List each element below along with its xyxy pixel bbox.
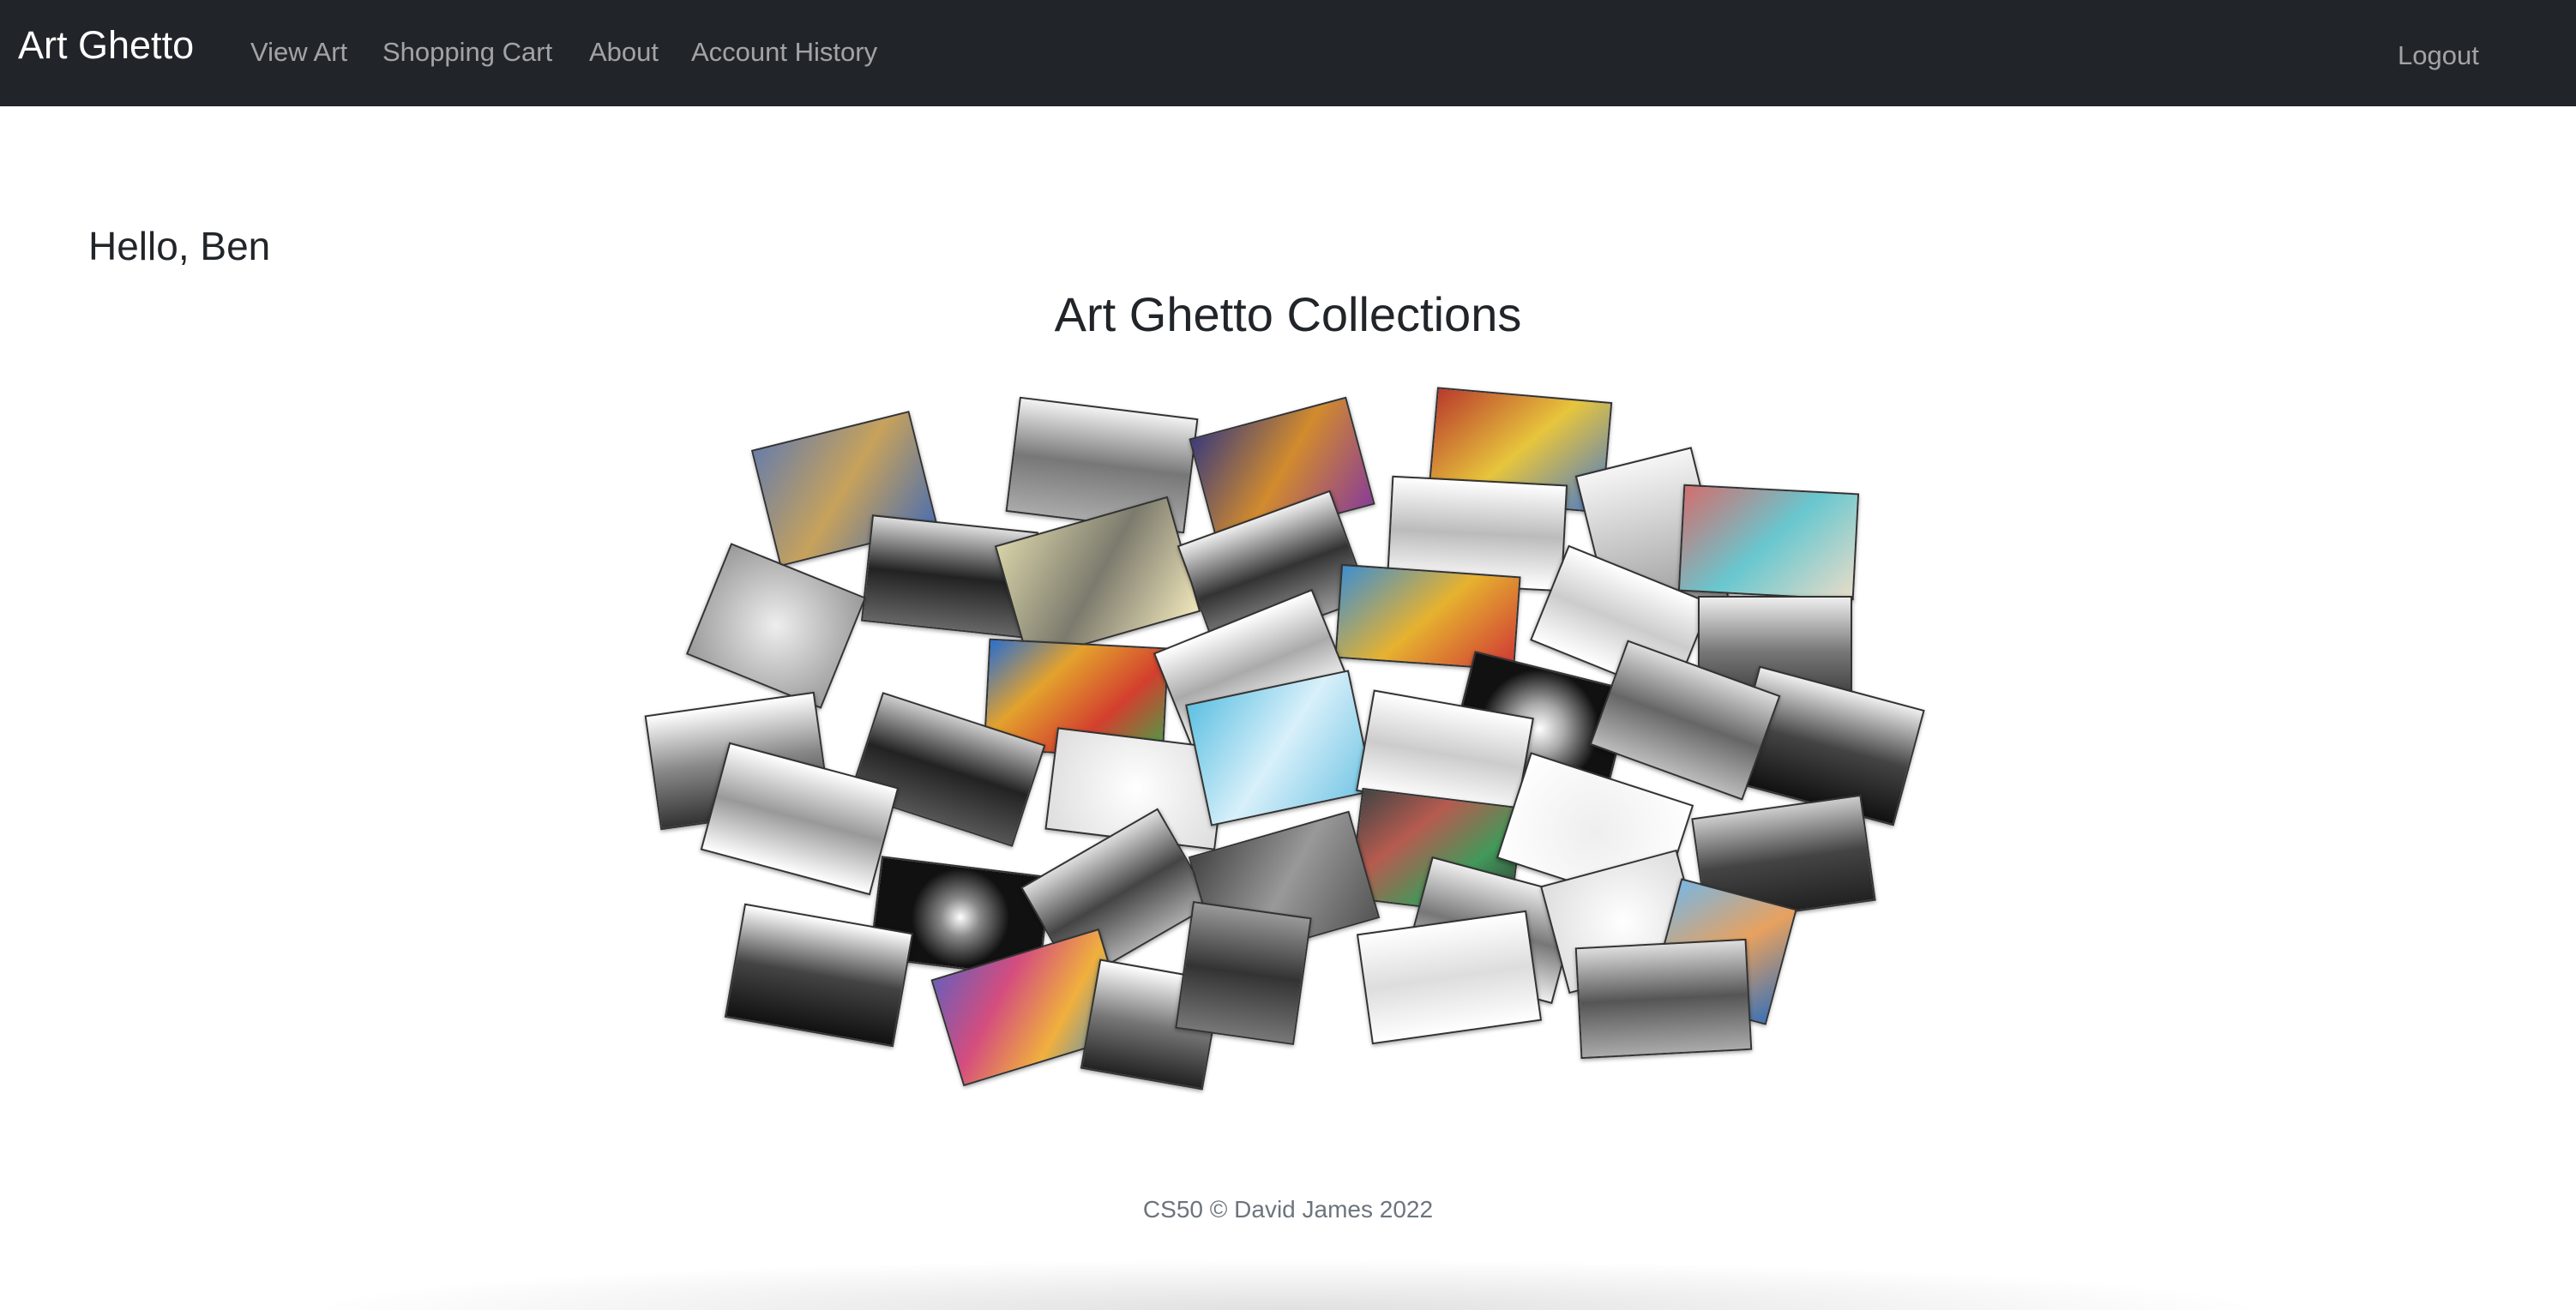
bottom-shadow-decoration xyxy=(300,1259,2272,1310)
nav-account-history[interactable]: Account History xyxy=(691,33,877,72)
top-navbar: Art Ghetto View Art Shopping Cart About … xyxy=(0,0,2576,106)
greeting-heading: Hello, Ben xyxy=(88,224,271,269)
nav-view-art[interactable]: View Art xyxy=(250,33,347,72)
collage-photo xyxy=(1356,910,1543,1045)
nav-about[interactable]: About xyxy=(589,33,659,72)
art-collage-image xyxy=(644,386,1929,1091)
collage-photo xyxy=(1175,900,1312,1046)
logout-link[interactable]: Logout xyxy=(2398,36,2479,75)
nav-shopping-cart[interactable]: Shopping Cart xyxy=(382,33,552,72)
collage-photo xyxy=(1574,938,1753,1060)
footer-copyright: CS50 © David James 2022 xyxy=(1142,1196,1434,1223)
collage-photo xyxy=(1677,484,1860,601)
brand-link[interactable]: Art Ghetto xyxy=(18,19,194,72)
collage-photo xyxy=(685,543,867,709)
collage-photo xyxy=(994,496,1201,662)
page-title: Art Ghetto Collections xyxy=(1054,286,1522,341)
